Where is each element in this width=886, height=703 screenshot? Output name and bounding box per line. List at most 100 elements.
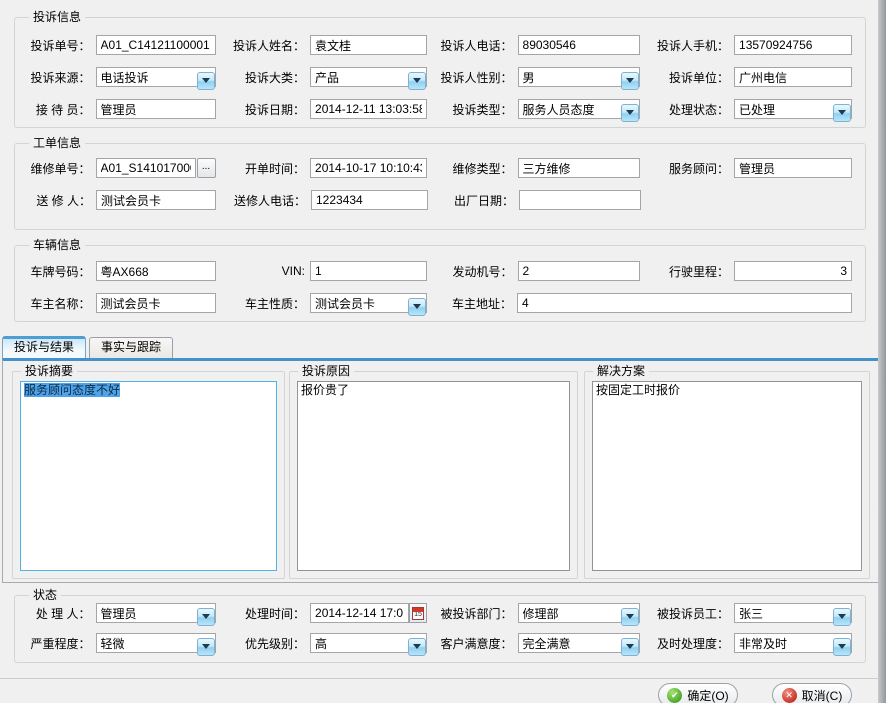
chevron-down-icon[interactable] bbox=[197, 72, 215, 90]
field-label: 车主性质： bbox=[216, 295, 311, 312]
field-mileage: 行驶里程： bbox=[640, 260, 866, 282]
field-label: 维修类型： bbox=[427, 160, 518, 177]
sender-input[interactable] bbox=[96, 190, 216, 210]
handler-combo[interactable] bbox=[96, 607, 216, 621]
field-open-time: 开单时间： bbox=[216, 157, 428, 179]
calendar-icon: 15 bbox=[412, 607, 424, 620]
tab-facts-tracking[interactable]: 事实与跟踪 bbox=[89, 337, 173, 358]
owner-address-input[interactable] bbox=[517, 293, 852, 313]
field-owner-type: 车主性质： bbox=[216, 292, 428, 314]
field-label: 车主地址： bbox=[427, 295, 517, 312]
cancel-button[interactable]: ✕ 取消(C) bbox=[772, 683, 852, 703]
factory-date-input[interactable] bbox=[519, 190, 641, 210]
field-handle-time: 处理时间： 15 bbox=[216, 602, 428, 624]
field-label: 接 待 员： bbox=[15, 101, 96, 118]
complained-dept-combo[interactable] bbox=[518, 607, 640, 621]
severity-combo[interactable] bbox=[96, 637, 216, 651]
owner-type-combo[interactable] bbox=[310, 297, 427, 311]
complaint-date-input[interactable] bbox=[310, 99, 427, 119]
field-label: 投诉人性别： bbox=[427, 69, 518, 86]
workorder-row-2: 送 修 人： 送修人电话： 出厂日期： bbox=[15, 189, 865, 211]
field-label: 处理状态： bbox=[640, 101, 735, 118]
plate-no-input[interactable] bbox=[96, 261, 216, 281]
section-title: 投诉原因 bbox=[298, 364, 354, 378]
complainant-mobile-input[interactable] bbox=[734, 35, 852, 55]
section-complaint-info: 投诉信息 投诉单号： 投诉人姓名： 投诉人电话： 投诉人手机： 投诉来源： bbox=[14, 17, 866, 128]
owner-name-input[interactable] bbox=[96, 293, 216, 313]
complaint-reason-textarea[interactable]: 报价贵了 bbox=[297, 381, 570, 571]
complaint-source-combo[interactable] bbox=[96, 71, 216, 85]
chevron-down-icon[interactable] bbox=[621, 104, 639, 122]
chevron-down-icon[interactable] bbox=[833, 608, 851, 626]
complainant-name-input[interactable] bbox=[310, 35, 427, 55]
chevron-down-icon[interactable] bbox=[621, 608, 639, 626]
field-complained-employee: 被投诉员工： bbox=[640, 602, 866, 624]
handle-status-combo[interactable] bbox=[734, 103, 852, 117]
complained-employee-combo[interactable] bbox=[734, 607, 852, 621]
field-factory-date: 出厂日期： bbox=[428, 189, 641, 211]
vehicle-row-2: 车主名称： 车主性质： 车主地址： bbox=[15, 292, 865, 314]
complaint-summary-textarea[interactable]: 服务顾问态度不好 bbox=[20, 381, 277, 571]
field-label: 投诉日期： bbox=[216, 101, 311, 118]
complainant-phone-input[interactable] bbox=[518, 35, 640, 55]
mileage-input[interactable] bbox=[734, 261, 852, 281]
engine-no-input[interactable] bbox=[518, 261, 640, 281]
field-label: 送 修 人： bbox=[15, 192, 96, 209]
selected-text: 服务顾问态度不好 bbox=[24, 383, 120, 397]
section-vehicle-info: 车辆信息 车牌号码： VIN: 发动机号： 行驶里程： 车主名称： bbox=[14, 245, 866, 322]
field-complaint-type: 投诉类型： bbox=[427, 98, 640, 120]
priority-combo[interactable] bbox=[310, 637, 427, 651]
service-advisor-input[interactable] bbox=[734, 158, 852, 178]
calendar-button[interactable]: 15 bbox=[409, 603, 427, 623]
complainant-gender-combo[interactable] bbox=[518, 71, 640, 85]
chevron-down-icon[interactable] bbox=[833, 104, 851, 122]
complaint-row-1: 投诉单号： 投诉人姓名： 投诉人电话： 投诉人手机： bbox=[15, 34, 865, 56]
field-label: 服务顾问： bbox=[640, 160, 735, 177]
field-label: 投诉来源： bbox=[15, 69, 96, 86]
satisfaction-combo[interactable] bbox=[518, 637, 640, 651]
status-row-2: 严重程度： 优先级别： 客户满意度： bbox=[15, 632, 865, 654]
field-label: 客户满意度： bbox=[427, 635, 518, 652]
check-icon: ✔ bbox=[667, 688, 682, 703]
section-title: 工单信息 bbox=[29, 136, 85, 150]
chevron-down-icon[interactable] bbox=[621, 638, 639, 656]
field-vin: VIN: bbox=[216, 260, 428, 282]
ok-button[interactable]: ✔ 确定(O) bbox=[658, 683, 738, 703]
field-label: 开单时间： bbox=[216, 160, 311, 177]
chevron-down-icon[interactable] bbox=[197, 608, 215, 626]
chevron-down-icon[interactable] bbox=[833, 638, 851, 656]
vin-input[interactable] bbox=[310, 261, 427, 281]
chevron-down-icon[interactable] bbox=[197, 638, 215, 656]
field-complaint-category: 投诉大类： bbox=[216, 66, 428, 88]
chevron-down-icon[interactable] bbox=[621, 72, 639, 90]
browse-ellipsis-button[interactable]: ... bbox=[197, 158, 216, 178]
field-owner-name: 车主名称： bbox=[15, 292, 216, 314]
sender-phone-input[interactable] bbox=[311, 190, 428, 210]
handle-time-input[interactable] bbox=[310, 603, 409, 623]
complaint-unit-input[interactable] bbox=[734, 67, 852, 87]
tab-complaint-result[interactable]: 投诉与结果 bbox=[2, 336, 86, 358]
field-receptionist: 接 待 员： bbox=[15, 98, 216, 120]
complaint-type-combo[interactable] bbox=[518, 103, 640, 117]
cancel-button-label: 取消(C) bbox=[802, 687, 843, 703]
field-satisfaction: 客户满意度： bbox=[427, 632, 640, 654]
solution-textarea[interactable]: 按固定工时报价 bbox=[592, 381, 862, 571]
field-label: 处 理 人： bbox=[15, 605, 96, 622]
field-label: 投诉大类： bbox=[216, 69, 311, 86]
field-service-advisor: 服务顾问： bbox=[640, 157, 866, 179]
vehicle-row-1: 车牌号码： VIN: 发动机号： 行驶里程： bbox=[15, 260, 865, 282]
repair-type-input[interactable] bbox=[518, 158, 640, 178]
chevron-down-icon[interactable] bbox=[408, 72, 426, 90]
field-label: 被投诉员工： bbox=[640, 605, 735, 622]
tab-page-complaint-result: 投诉摘要 服务顾问态度不好 投诉原因 报价贵了 解决方案 按固定工时报价 bbox=[2, 358, 884, 583]
repair-order-no-input[interactable] bbox=[96, 158, 196, 178]
complaint-order-no-input[interactable] bbox=[96, 35, 216, 55]
chevron-down-icon[interactable] bbox=[408, 298, 426, 316]
footer-button-bar: ✔ 确定(O) ✕ 取消(C) bbox=[0, 678, 886, 703]
receptionist-input[interactable] bbox=[96, 99, 216, 119]
timeliness-combo[interactable] bbox=[734, 637, 852, 651]
open-time-input[interactable] bbox=[310, 158, 427, 178]
field-complaint-source: 投诉来源： bbox=[15, 66, 216, 88]
chevron-down-icon[interactable] bbox=[408, 638, 426, 656]
complaint-category-combo[interactable] bbox=[310, 71, 427, 85]
